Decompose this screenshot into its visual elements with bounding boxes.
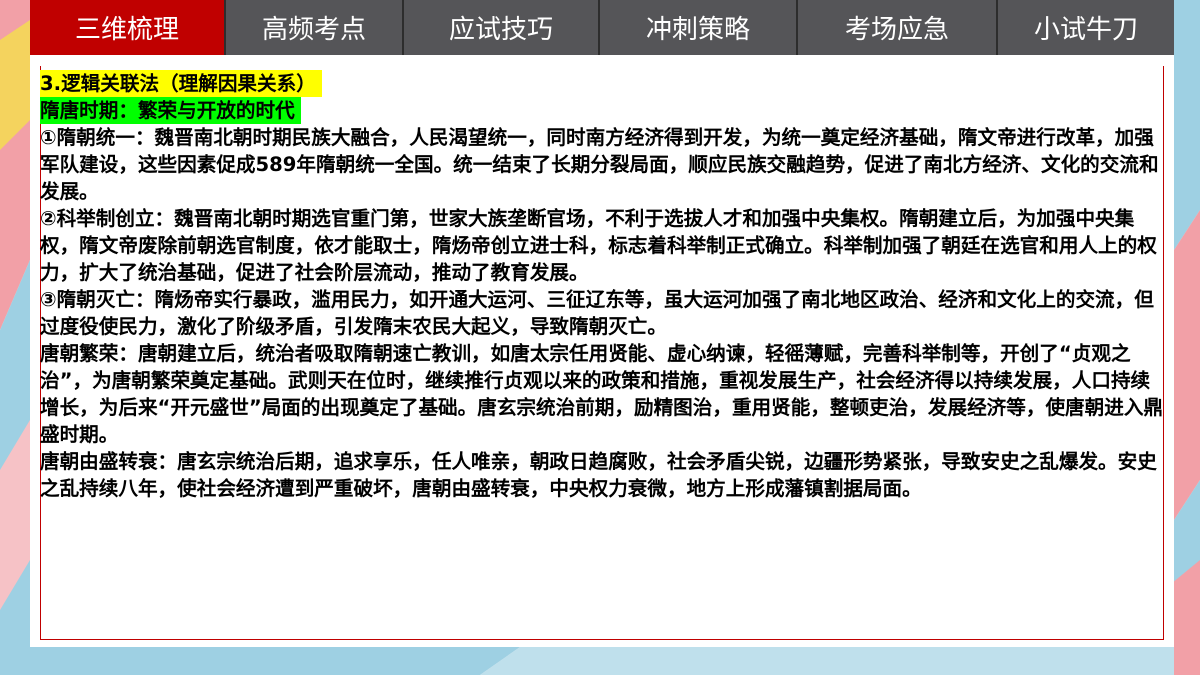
- section-title: 3.逻辑关联法（理解因果关系）: [40, 70, 322, 97]
- frame-line-bottom: [40, 639, 1164, 640]
- tab-practice[interactable]: 小试牛刀: [998, 0, 1174, 55]
- tab-bar: 三维梳理 高频考点 应试技巧 冲刺策略 考场应急 小试牛刀: [30, 0, 1174, 55]
- tab-three-dimensional-review[interactable]: 三维梳理: [30, 0, 226, 55]
- paragraph-tang-prosperity: 唐朝繁荣：唐朝建立后，统治者吸取隋朝速亡教训，如唐太宗任用贤能、虚心纳谏，轻徭薄…: [40, 342, 1164, 446]
- tab-exam-emergency[interactable]: 考场应急: [798, 0, 998, 55]
- paragraph-sui-fall: ③隋朝灭亡：隋炀帝实行暴政，滥用民力，如开通大运河、三征辽东等，虽大运河加强了南…: [40, 288, 1154, 338]
- tab-sprint-strategy[interactable]: 冲刺策略: [600, 0, 798, 55]
- tab-frequent-exam-points[interactable]: 高频考点: [226, 0, 404, 55]
- paragraph-imperial-exam: ②科举制创立：魏晋南北朝时期选官重门第，世家大族垄断官场，不利于选拔人才和加强中…: [40, 207, 1157, 284]
- section-subtitle: 隋唐时期：繁荣与开放的时代: [40, 97, 301, 124]
- content-body: 3.逻辑关联法（理解因果关系） 隋唐时期：繁荣与开放的时代 ①隋朝统一：魏晋南北…: [40, 70, 1168, 502]
- paragraph-sui-unification: ①隋朝统一：魏晋南北朝时期民族大融合，人民渴望统一，同时南方经济得到开发，为统一…: [40, 126, 1159, 203]
- paragraph-tang-decline: 唐朝由盛转衰：唐玄宗统治后期，追求享乐，任人唯亲，朝政日趋腐败，社会矛盾尖锐，边…: [40, 450, 1157, 500]
- tab-exam-skills[interactable]: 应试技巧: [404, 0, 600, 55]
